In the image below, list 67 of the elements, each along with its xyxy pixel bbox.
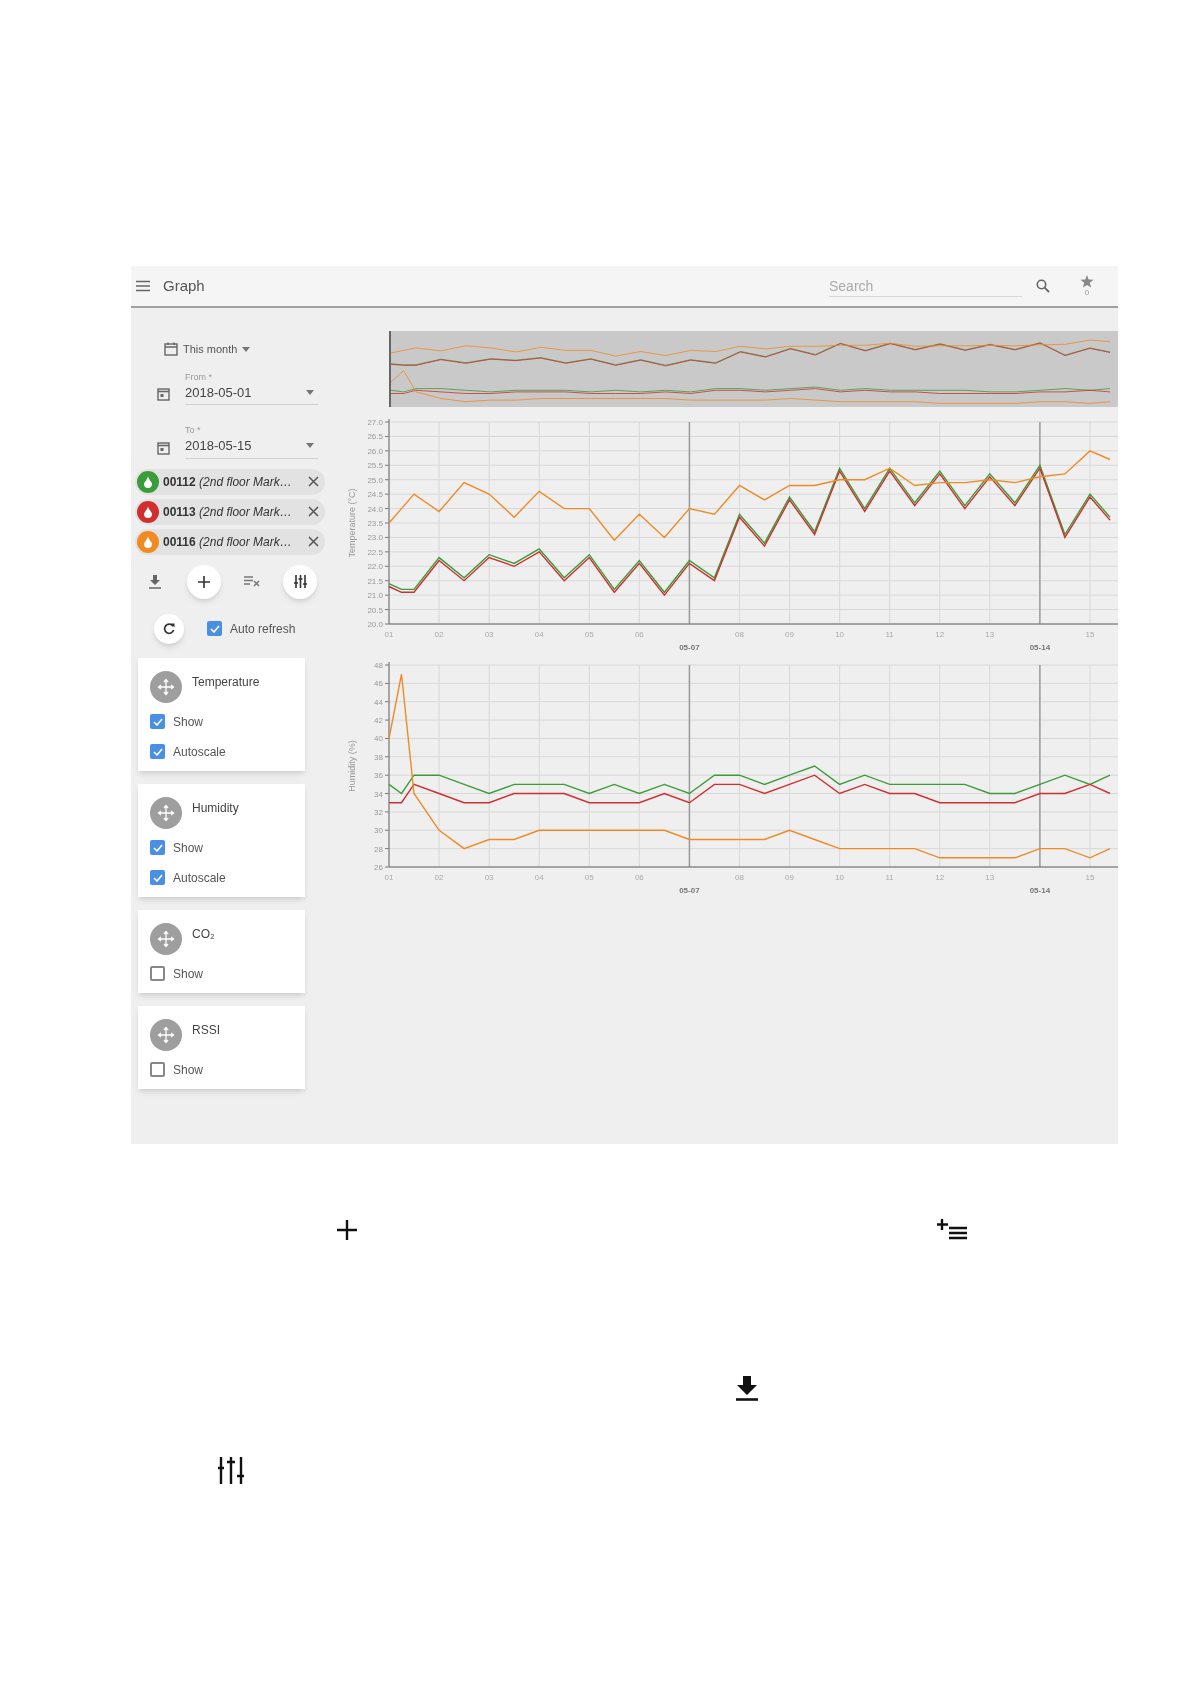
- tick-label: 12: [935, 873, 945, 882]
- quantity-title: RSSI: [192, 1021, 220, 1039]
- favorites-count: 0: [1084, 288, 1090, 297]
- tick-label: 11: [885, 873, 894, 882]
- tick-label: 21.0: [367, 591, 383, 601]
- axis-title: Humidity (%): [347, 740, 357, 792]
- field-label: To *: [185, 425, 202, 436]
- field-label: From *: [185, 371, 213, 383]
- option-label: Autoscale: [173, 743, 226, 761]
- tick-label: 25.0: [367, 475, 383, 485]
- tick-label: 46: [374, 679, 383, 689]
- tick-label: 36: [374, 771, 383, 781]
- quantity-title: CO₂: [192, 925, 215, 943]
- tick-label: 30: [374, 826, 383, 836]
- tick-label: 23.5: [367, 519, 383, 528]
- tick-label: 42: [374, 716, 383, 726]
- page-title: Graph: [163, 275, 205, 296]
- tick-label: 10: [835, 630, 845, 639]
- tick-label: 24.5: [367, 490, 383, 500]
- tick-label: 26.0: [367, 446, 383, 456]
- tick-label: 24.0: [367, 504, 383, 514]
- tick-label: 04: [534, 630, 544, 639]
- tick-label: 22.0: [367, 562, 383, 572]
- auto-refresh-label: Auto refresh: [230, 620, 296, 638]
- tick-label: 28: [374, 844, 383, 854]
- option-label: Autoscale: [173, 869, 226, 887]
- tick-label: 04: [534, 873, 544, 882]
- option-label: Show: [173, 839, 204, 857]
- option-label: Show: [173, 713, 204, 731]
- tick-label: 10: [835, 873, 845, 882]
- tick-label: 11: [885, 630, 894, 639]
- axis-title: Temperature (°C): [347, 488, 357, 558]
- tick-label: 12: [935, 630, 945, 639]
- tick-label: 40: [374, 734, 383, 744]
- tick-label: 27.0: [367, 418, 383, 427]
- tick-label: 20.5: [367, 605, 383, 615]
- tick-label: 13: [985, 873, 995, 882]
- tick-label: 13: [985, 630, 995, 639]
- sensor-label: 00116 (2nd floor Mark…: [163, 533, 292, 551]
- tick-label: 48: [374, 661, 383, 670]
- tick-label: 25.5: [367, 461, 383, 471]
- date-label: 05-14: [1029, 886, 1051, 895]
- quantity-title: Humidity: [192, 799, 239, 817]
- tick-label: 26: [374, 863, 383, 872]
- tick-label: 15: [1085, 873, 1095, 882]
- tick-label: 32: [374, 807, 383, 817]
- tick-label: 01: [384, 630, 394, 639]
- date-label: 05-07: [679, 886, 700, 895]
- tick-label: 22.5: [367, 547, 383, 557]
- tick-label: 21.5: [367, 576, 383, 586]
- option-label: Show: [173, 1061, 204, 1079]
- field-value: 2018-05-01: [185, 383, 252, 402]
- tick-label: 34: [374, 789, 383, 799]
- sensor-label: 00112 (2nd floor Mark…: [163, 473, 292, 491]
- date-label: 05-07: [679, 643, 700, 652]
- sensor-label: 00113 (2nd floor Mark…: [163, 503, 292, 521]
- tick-label: 23.0: [367, 533, 383, 543]
- option-label: Show: [173, 965, 204, 983]
- tick-label: 38: [374, 752, 383, 762]
- tick-label: 20.0: [367, 620, 383, 629]
- tick-label: 44: [374, 697, 383, 707]
- date-label: 05-14: [1029, 643, 1051, 652]
- quantity-title: Temperature: [192, 673, 260, 691]
- tick-label: 01: [384, 873, 394, 882]
- tick-label: 26.5: [367, 432, 383, 442]
- field-value: 2018-05-15: [185, 437, 252, 455]
- tick-label: 15: [1085, 630, 1095, 639]
